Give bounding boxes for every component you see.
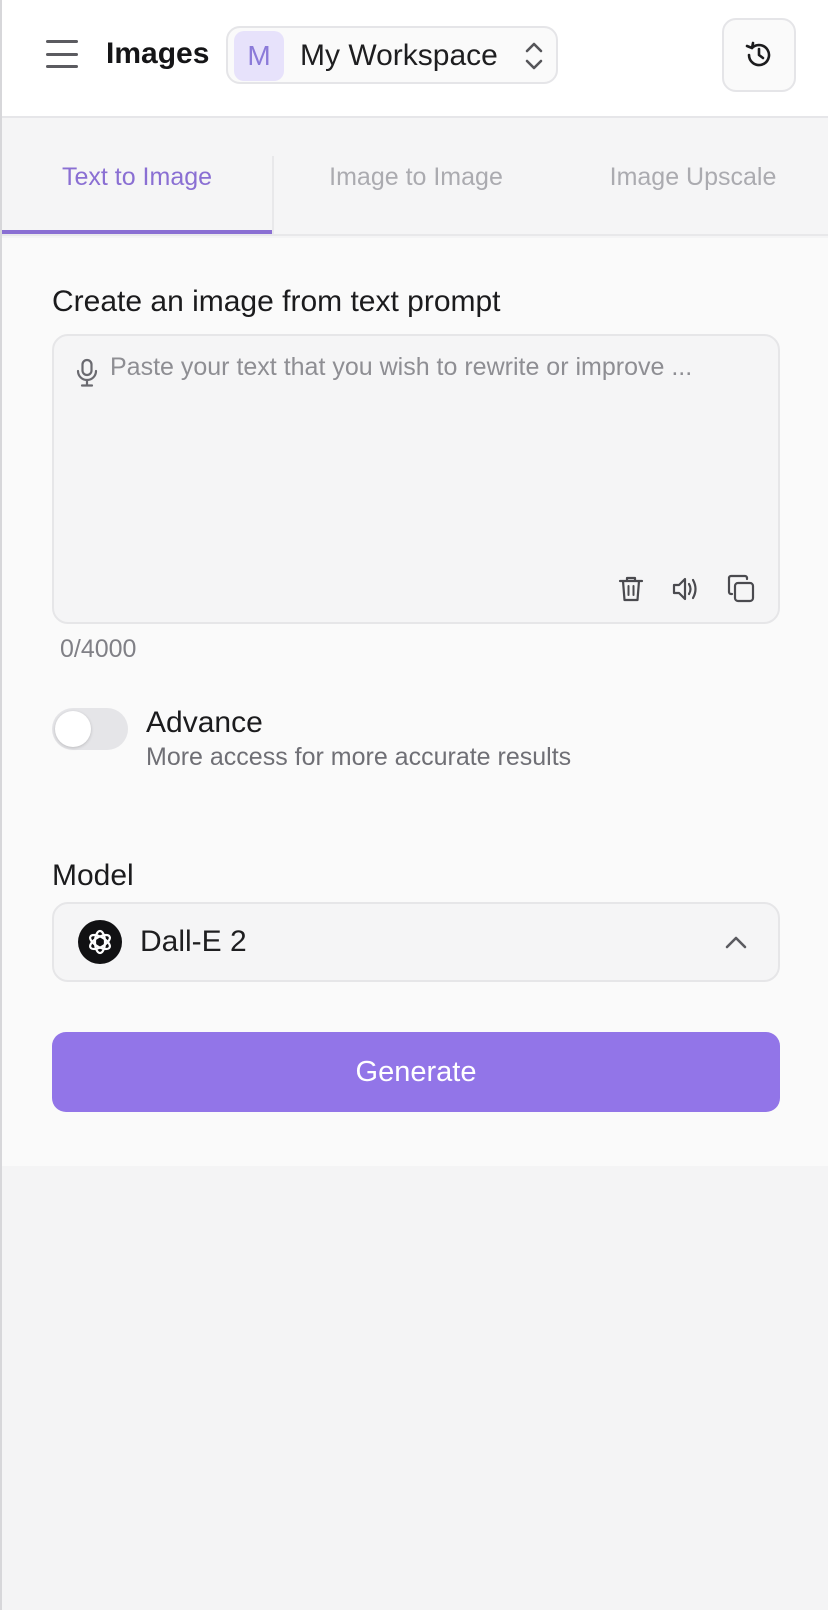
section-title: Create an image from text prompt bbox=[52, 285, 501, 318]
workspace-name: My Workspace bbox=[300, 39, 498, 72]
openai-logo-icon bbox=[78, 920, 122, 964]
hamburger-menu-icon[interactable] bbox=[46, 40, 78, 68]
active-tab-indicator bbox=[2, 230, 272, 234]
copy-icon[interactable] bbox=[726, 574, 756, 604]
tab-image-upscale[interactable]: Image Upscale bbox=[558, 118, 828, 236]
prompt-box bbox=[52, 334, 780, 624]
chevron-up-icon bbox=[725, 936, 747, 949]
tab-image-to-image[interactable]: Image to Image bbox=[274, 118, 558, 236]
microphone-icon[interactable] bbox=[74, 358, 100, 388]
generate-button[interactable]: Generate bbox=[52, 1032, 780, 1112]
workspace-switcher[interactable]: M My Workspace bbox=[226, 26, 558, 84]
top-header: Images M My Workspace bbox=[2, 0, 828, 118]
text-to-image-form: Create an image from text prompt Paste y… bbox=[2, 238, 828, 1166]
app-frame: Images M My Workspace Text to Image Imag… bbox=[0, 0, 828, 1610]
advance-toggle[interactable] bbox=[52, 708, 128, 750]
model-label: Model bbox=[52, 859, 134, 892]
page-title: Images bbox=[106, 37, 210, 70]
chevron-up-down-icon bbox=[525, 42, 543, 70]
toggle-knob bbox=[55, 711, 91, 747]
workspace-avatar: M bbox=[234, 31, 284, 81]
trash-icon[interactable] bbox=[616, 574, 646, 604]
character-count: 0/4000 bbox=[60, 635, 137, 663]
prompt-actions bbox=[616, 572, 756, 606]
history-clock-icon bbox=[745, 41, 771, 67]
history-button[interactable] bbox=[722, 18, 796, 92]
speaker-icon[interactable] bbox=[671, 574, 701, 604]
tab-text-to-image[interactable]: Text to Image bbox=[2, 118, 272, 236]
model-selected-value: Dall-E 2 bbox=[140, 925, 247, 958]
prompt-textarea[interactable] bbox=[110, 348, 740, 548]
advance-description: More access for more accurate results bbox=[146, 743, 572, 771]
advance-label: Advance bbox=[146, 706, 263, 739]
mode-tabs: Text to Image Image to Image Image Upsca… bbox=[2, 118, 828, 236]
model-select[interactable]: Dall-E 2 bbox=[52, 902, 780, 982]
